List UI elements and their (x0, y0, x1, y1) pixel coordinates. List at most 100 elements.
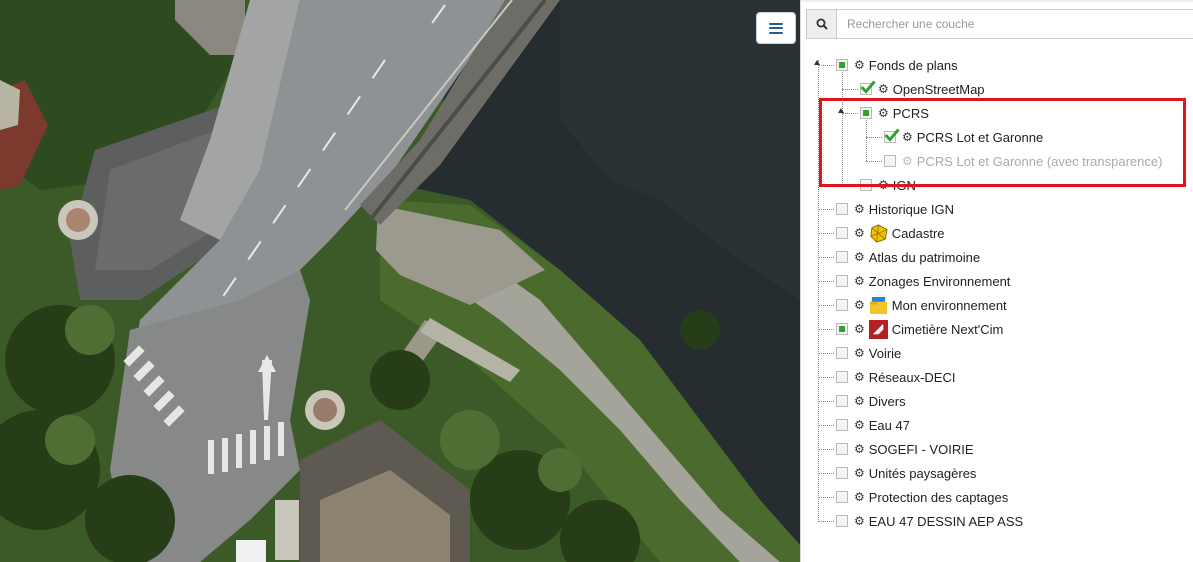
gear-icon[interactable]: ⚙ (878, 107, 889, 119)
gear-icon[interactable]: ⚙ (854, 203, 865, 215)
tree-connector (818, 473, 834, 474)
layer-item[interactable]: ⚙ Réseaux-DECI (836, 366, 955, 388)
tree-connector (818, 305, 834, 306)
layer-checkbox[interactable] (860, 80, 876, 95)
layer-checkbox[interactable] (836, 323, 848, 335)
layer-label: Historique IGN (868, 201, 955, 217)
gear-icon[interactable]: ⚙ (854, 275, 865, 287)
layer-label: Cadastre (891, 225, 945, 241)
layer-checkbox[interactable] (884, 128, 900, 143)
gear-icon[interactable]: ⚙ (854, 371, 865, 383)
layer-checkbox[interactable] (836, 59, 848, 71)
gear-icon[interactable]: ⚙ (854, 323, 865, 335)
gear-icon[interactable]: ⚙ (854, 59, 865, 71)
layer-item[interactable]: ⚙ Voirie (836, 342, 901, 364)
tree-connector (818, 521, 834, 522)
layer-item[interactable]: ⚙ PCRS Lot et Garonne (avec transparence) (884, 150, 1162, 172)
layer-item[interactable]: ⚙ Unités paysagères (836, 462, 976, 484)
layer-label: PCRS (892, 105, 929, 121)
layer-label: Protection des captages (868, 489, 1009, 505)
cemetery-icon (868, 319, 888, 339)
tree-connector (818, 449, 834, 450)
layer-item[interactable]: ⚙ PCRS Lot et Garonne (884, 126, 1043, 148)
tree-connector (818, 60, 819, 522)
tree-connector (842, 113, 858, 114)
layer-label: OpenStreetMap (892, 81, 985, 97)
tree-connector (818, 497, 834, 498)
layer-label: IGN (892, 177, 916, 193)
layer-item[interactable]: ⚙ Atlas du patrimoine (836, 246, 980, 268)
tree-connector (818, 233, 834, 234)
hamburger-menu-icon (769, 22, 783, 34)
gear-icon[interactable]: ⚙ (902, 131, 913, 143)
layer-item[interactable]: ⚙ OpenStreetMap (860, 78, 985, 100)
layer-checkbox[interactable] (836, 395, 848, 407)
layer-checkbox[interactable] (836, 419, 848, 431)
tree-connector (818, 401, 834, 402)
layer-checkbox[interactable] (860, 107, 872, 119)
layer-label: Divers (868, 393, 906, 409)
layer-checkbox[interactable] (836, 251, 848, 263)
gear-icon[interactable]: ⚙ (854, 515, 865, 527)
gear-icon[interactable]: ⚙ (854, 467, 865, 479)
layer-checkbox[interactable] (836, 467, 848, 479)
layer-label: Voirie (868, 345, 902, 361)
layer-checkbox[interactable] (836, 203, 848, 215)
layer-label: Atlas du patrimoine (868, 249, 981, 265)
layer-checkbox[interactable] (836, 491, 848, 503)
layer-item[interactable]: ⚙ Historique IGN (836, 198, 954, 220)
layer-item[interactable]: ⚙ IGN (860, 174, 916, 196)
layer-checkbox[interactable] (836, 443, 848, 455)
layer-label: Eau 47 (868, 417, 910, 433)
layer-label: Fonds de plans (868, 57, 958, 73)
layer-checkbox[interactable] (836, 275, 848, 287)
gear-icon[interactable]: ⚙ (854, 395, 865, 407)
tree-connector (866, 161, 882, 162)
layer-checkbox[interactable] (836, 371, 848, 383)
layer-item[interactable]: ⚙ Cimetière Next'Cim (836, 318, 1003, 340)
gear-icon[interactable]: ⚙ (854, 491, 865, 503)
tree-connector (818, 425, 834, 426)
layer-label: Unités paysagères (868, 465, 977, 481)
gear-icon[interactable]: ⚙ (854, 251, 865, 263)
gear-icon[interactable]: ⚙ (854, 347, 865, 359)
tree-connector (818, 353, 834, 354)
layer-item[interactable]: ⚙ Fonds de plans (836, 54, 958, 76)
cadastre-icon (870, 223, 888, 243)
environment-folder-icon (869, 296, 887, 314)
layer-item[interactable]: ⚙ PCRS (860, 102, 929, 124)
layer-label: PCRS Lot et Garonne (916, 129, 1044, 145)
gear-icon[interactable]: ⚙ (878, 179, 889, 191)
layer-checkbox[interactable] (860, 179, 872, 191)
layer-item[interactable]: ⚙ Mon environnement (836, 294, 1007, 316)
layer-checkbox[interactable] (836, 347, 848, 359)
layer-checkbox[interactable] (836, 227, 848, 239)
expand-toggle-icon[interactable] (838, 108, 844, 113)
gear-icon[interactable]: ⚙ (854, 419, 865, 431)
layer-item[interactable]: ⚙ Divers (836, 390, 906, 412)
gear-icon[interactable]: ⚙ (854, 227, 865, 239)
layer-checkbox[interactable] (884, 155, 896, 167)
tree-connector (818, 281, 834, 282)
layer-item[interactable]: ⚙ Eau 47 (836, 414, 910, 436)
layer-menu-button[interactable] (756, 12, 796, 44)
tree-connector (818, 65, 834, 66)
layer-checkbox[interactable] (836, 299, 848, 311)
layer-checkbox[interactable] (836, 515, 848, 527)
layer-item[interactable]: ⚙ Cadastre (836, 222, 945, 244)
layer-label: SOGEFI - VOIRIE (868, 441, 974, 457)
layer-tree: ⚙ Fonds de plans ⚙ OpenStreetMap ⚙ PCRS ⚙ PCRS … (801, 0, 1193, 562)
tree-connector (842, 89, 858, 90)
gear-icon[interactable]: ⚙ (878, 83, 889, 95)
tree-connector (866, 137, 882, 138)
map-view[interactable] (0, 0, 800, 562)
expand-toggle-icon[interactable] (814, 60, 820, 65)
gear-icon[interactable]: ⚙ (854, 299, 865, 311)
layer-item[interactable]: ⚙ SOGEFI - VOIRIE (836, 438, 974, 460)
layer-item[interactable]: ⚙ Protection des captages (836, 486, 1008, 508)
layer-item[interactable]: ⚙ EAU 47 DESSIN AEP ASS (836, 510, 1023, 532)
tree-connector (842, 185, 858, 186)
gear-icon[interactable]: ⚙ (854, 443, 865, 455)
gear-icon[interactable]: ⚙ (902, 155, 913, 167)
layer-item[interactable]: ⚙ Zonages Environnement (836, 270, 1010, 292)
